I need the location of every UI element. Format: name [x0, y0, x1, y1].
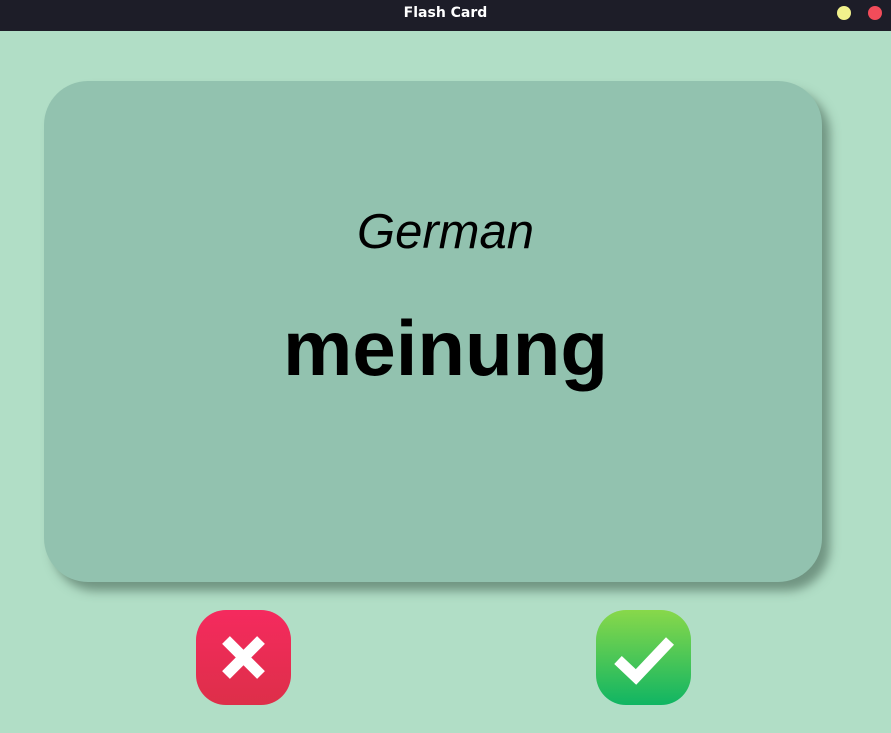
title-bar: Flash Card — [0, 0, 891, 31]
wrong-button[interactable] — [196, 610, 291, 705]
right-button[interactable] — [596, 610, 691, 705]
window-title: Flash Card — [403, 5, 488, 21]
cross-icon — [222, 636, 265, 679]
flash-card-window: Flash Card German meinung — [0, 0, 891, 733]
card-language-title: German — [356, 205, 534, 259]
minimize-icon[interactable] — [837, 6, 851, 20]
card-word: meinung — [283, 304, 608, 392]
check-icon — [614, 637, 674, 685]
close-icon[interactable] — [868, 6, 882, 20]
